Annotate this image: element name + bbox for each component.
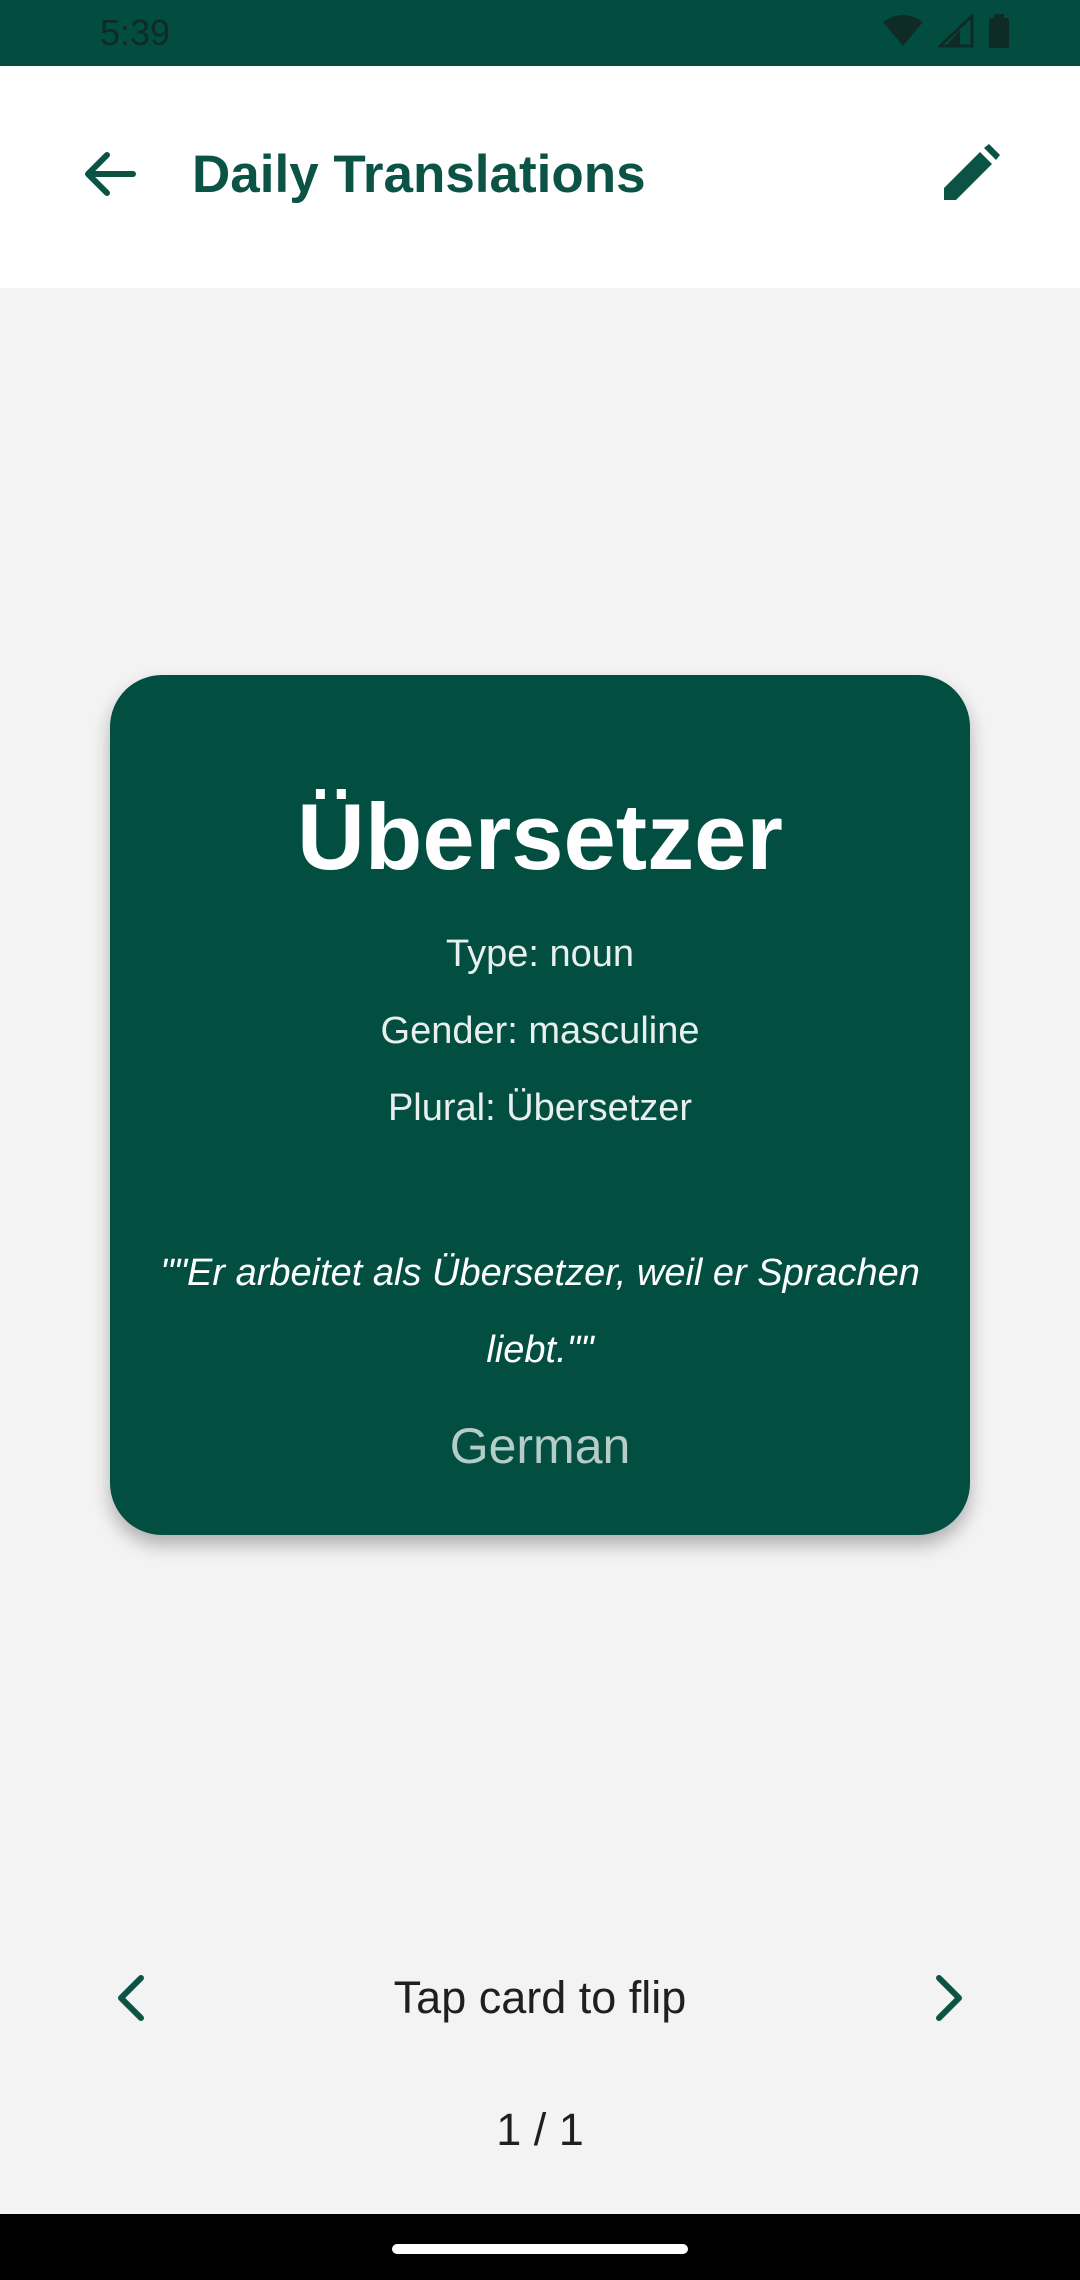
- back-button[interactable]: [70, 136, 150, 216]
- signal-icon: [936, 12, 974, 53]
- card-word: Übersetzer: [297, 784, 783, 889]
- arrow-back-icon: [83, 151, 137, 202]
- home-gesture-handle[interactable]: [392, 2244, 688, 2254]
- card-example-sentence: ""Er arbeitet als Übersetzer, weil er Sp…: [160, 1252, 920, 1371]
- card-type: Type: noun: [445, 933, 635, 975]
- card-language: German: [449, 1418, 631, 1474]
- battery-icon: [988, 13, 1010, 53]
- wifi-icon: [882, 14, 924, 53]
- flashcard[interactable]: Übersetzer Type: noun Gender: masculine …: [110, 675, 970, 1535]
- card-gender: Gender: masculine: [380, 1010, 700, 1052]
- navigation-bar: [0, 2214, 1080, 2280]
- status-icons: [882, 12, 1010, 53]
- card-plural: Plural: Übersetzer: [387, 1087, 693, 1129]
- status-bar: 5:39: [0, 0, 1080, 66]
- status-time: 5:39: [100, 12, 171, 53]
- chevron-right-icon: [935, 1974, 965, 2027]
- page-title: Daily Translations: [192, 145, 646, 204]
- pencil-icon: [940, 143, 1000, 209]
- card-counter: 1 / 1: [496, 2104, 584, 2155]
- app-bar: Daily Translations: [0, 66, 1080, 288]
- edit-button[interactable]: [930, 136, 1010, 216]
- next-card-button[interactable]: [910, 1960, 990, 2040]
